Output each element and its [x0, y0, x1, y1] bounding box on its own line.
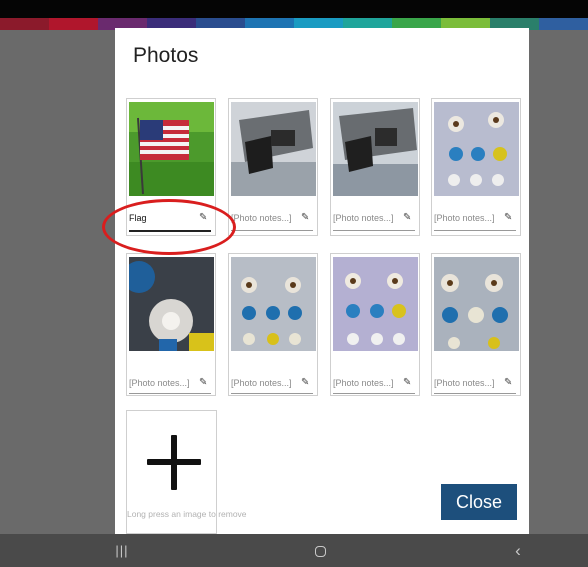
- photo-tile-6[interactable]: [Photo notes...] ✎: [228, 253, 318, 396]
- color-strip-segment: [0, 18, 49, 30]
- pencil-icon[interactable]: ✎: [199, 378, 211, 388]
- photo-tile-2[interactable]: [Photo notes...] ✎: [228, 98, 318, 236]
- dialog-title: Photos: [133, 44, 199, 67]
- photo-thumbnail[interactable]: [231, 257, 316, 351]
- color-strip-segment: [49, 18, 98, 30]
- close-button[interactable]: Close: [441, 484, 517, 520]
- note-underline: [129, 393, 211, 394]
- photo-thumbnail[interactable]: [333, 102, 418, 196]
- photo-note-field[interactable]: [Photo notes...]: [231, 203, 303, 233]
- photo-note-field[interactable]: [Photo notes...]: [333, 203, 405, 233]
- note-underline: [231, 230, 313, 231]
- note-underline: [333, 393, 415, 394]
- photo-thumbnail[interactable]: [129, 102, 214, 196]
- photos-dialog: Photos Flag ✎ [Photo notes...] ✎ [Photo …: [115, 28, 529, 534]
- photo-tile-8[interactable]: [Photo notes...] ✎: [431, 253, 521, 396]
- note-underline: [434, 230, 516, 231]
- system-navigation-bar: ||| ‹: [0, 534, 588, 567]
- note-underline: [434, 393, 516, 394]
- photo-tile-3[interactable]: [Photo notes...] ✎: [330, 98, 420, 236]
- photo-note-field[interactable]: [Photo notes...]: [434, 203, 506, 233]
- note-underline: [333, 230, 415, 231]
- photo-tile-5[interactable]: [Photo notes...] ✎: [126, 253, 216, 396]
- photo-thumbnail[interactable]: [333, 257, 418, 351]
- photo-tile-7[interactable]: [Photo notes...] ✎: [330, 253, 420, 396]
- pencil-icon[interactable]: ✎: [199, 213, 211, 223]
- pencil-icon[interactable]: ✎: [403, 213, 415, 223]
- photo-thumbnail[interactable]: [434, 102, 519, 196]
- recent-apps-icon[interactable]: |||: [102, 534, 142, 567]
- remove-hint: Long press an image to remove: [127, 509, 247, 519]
- pencil-icon[interactable]: ✎: [504, 378, 516, 388]
- pencil-icon[interactable]: ✎: [504, 213, 516, 223]
- note-underline: [129, 230, 211, 232]
- photo-tile-flag[interactable]: Flag ✎: [126, 98, 216, 236]
- photo-note-field[interactable]: Flag: [129, 203, 201, 233]
- pencil-icon[interactable]: ✎: [301, 378, 313, 388]
- color-strip-segment: [539, 18, 588, 30]
- note-underline: [231, 393, 313, 394]
- status-bar: [0, 0, 588, 18]
- photo-thumbnail[interactable]: [129, 257, 214, 351]
- photo-tile-4[interactable]: [Photo notes...] ✎: [431, 98, 521, 236]
- add-photo-button[interactable]: Long press an image to remove: [126, 410, 247, 534]
- home-icon[interactable]: [300, 534, 340, 567]
- pencil-icon[interactable]: ✎: [403, 378, 415, 388]
- photo-thumbnail[interactable]: [434, 257, 519, 351]
- pencil-icon[interactable]: ✎: [301, 213, 313, 223]
- photo-thumbnail[interactable]: [231, 102, 316, 196]
- plus-icon-bar: [147, 459, 201, 465]
- back-icon[interactable]: ‹: [498, 534, 538, 567]
